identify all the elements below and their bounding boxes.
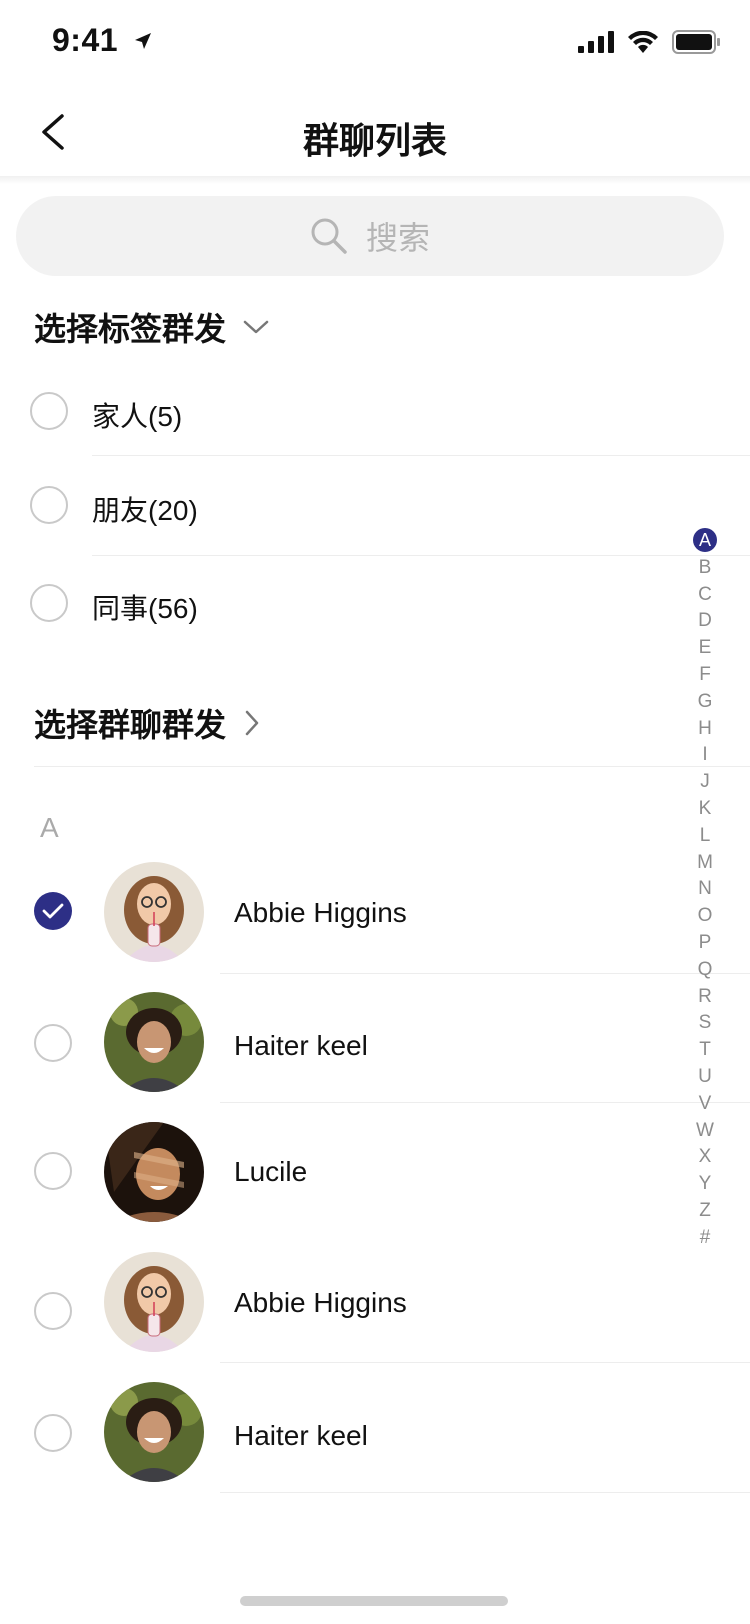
tag-section-title: 选择标签群发: [34, 311, 227, 347]
chevron-right-icon: [245, 710, 259, 736]
battery-icon: [672, 30, 720, 54]
index-letter[interactable]: J: [690, 769, 720, 796]
checkmark-icon: [42, 903, 64, 919]
index-letter[interactable]: N: [690, 876, 720, 903]
index-letter[interactable]: H: [690, 716, 720, 743]
contact-name[interactable]: Abbie Higgins: [234, 897, 407, 929]
divider: [220, 973, 750, 974]
contact-checkbox[interactable]: [34, 1292, 72, 1330]
tag-label-colleagues: 同事(56): [92, 593, 198, 624]
contact-checkbox[interactable]: [34, 1024, 72, 1062]
contact-name[interactable]: Abbie Higgins: [234, 1287, 407, 1319]
avatar: [104, 862, 204, 962]
divider: [220, 1102, 750, 1103]
index-letter[interactable]: W: [690, 1118, 720, 1145]
index-letter[interactable]: A: [690, 528, 720, 555]
contact-checkbox[interactable]: [34, 1414, 72, 1452]
index-letter[interactable]: F: [690, 662, 720, 689]
index-letter[interactable]: X: [690, 1144, 720, 1171]
avatar: [104, 1382, 204, 1482]
divider: [92, 455, 750, 456]
page-title: 群聊列表: [302, 120, 447, 161]
contact-name[interactable]: Haiter keel: [234, 1420, 368, 1452]
index-letter[interactable]: M: [690, 850, 720, 877]
status-icons: [578, 30, 720, 54]
contact-name[interactable]: Haiter keel: [234, 1030, 368, 1062]
index-letter[interactable]: T: [690, 1037, 720, 1064]
contact-name[interactable]: Lucile: [234, 1156, 307, 1188]
group-letter: A: [40, 812, 59, 843]
index-letter[interactable]: G: [690, 689, 720, 716]
index-letter[interactable]: E: [690, 635, 720, 662]
index-letter[interactable]: U: [690, 1064, 720, 1091]
index-letter[interactable]: S: [690, 1010, 720, 1037]
index-letter[interactable]: #: [690, 1225, 720, 1252]
search-icon: [311, 218, 347, 254]
group-section-header[interactable]: 选择群聊群发: [34, 700, 262, 746]
contact-checkbox[interactable]: [34, 892, 72, 930]
alphabet-index[interactable]: A B C D E F G H I J K L M N O P Q R S T …: [690, 528, 720, 1252]
chevron-down-icon: [243, 320, 269, 334]
group-section-title: 选择群聊群发: [34, 707, 227, 743]
tag-label-friends: 朋友(20): [92, 495, 198, 526]
index-letter[interactable]: L: [690, 823, 720, 850]
tag-radio-family[interactable]: [30, 392, 68, 430]
search-placeholder: 搜索: [365, 220, 430, 256]
index-letter[interactable]: Z: [690, 1198, 720, 1225]
index-letter[interactable]: D: [690, 608, 720, 635]
wifi-icon: [628, 31, 658, 53]
index-letter[interactable]: R: [690, 984, 720, 1011]
status-time: 9:41: [52, 22, 153, 59]
avatar: [104, 1122, 204, 1222]
index-letter[interactable]: V: [690, 1091, 720, 1118]
contact-checkbox[interactable]: [34, 1152, 72, 1190]
index-letter[interactable]: B: [690, 555, 720, 582]
tag-section-header[interactable]: 选择标签群发: [34, 304, 270, 350]
tag-radio-colleagues[interactable]: [30, 584, 68, 622]
tag-radio-friends[interactable]: [30, 486, 68, 524]
index-letter[interactable]: Y: [690, 1171, 720, 1198]
avatar: [104, 992, 204, 1092]
home-indicator: [240, 1596, 508, 1606]
divider: [220, 1492, 750, 1493]
nav-divider: [0, 176, 750, 184]
search-input[interactable]: 搜索: [16, 196, 724, 276]
tag-label-family: 家人(5): [92, 401, 183, 432]
divider: [220, 1362, 750, 1363]
avatar: [104, 1252, 204, 1352]
index-letter[interactable]: I: [690, 742, 720, 769]
index-letter[interactable]: O: [690, 903, 720, 930]
divider: [92, 555, 750, 556]
index-letter[interactable]: Q: [690, 957, 720, 984]
index-letter[interactable]: P: [690, 930, 720, 957]
signal-icon: [578, 31, 614, 53]
index-letter[interactable]: K: [690, 796, 720, 823]
divider: [34, 766, 750, 767]
location-arrow-icon: [133, 31, 153, 57]
index-letter[interactable]: C: [690, 582, 720, 609]
